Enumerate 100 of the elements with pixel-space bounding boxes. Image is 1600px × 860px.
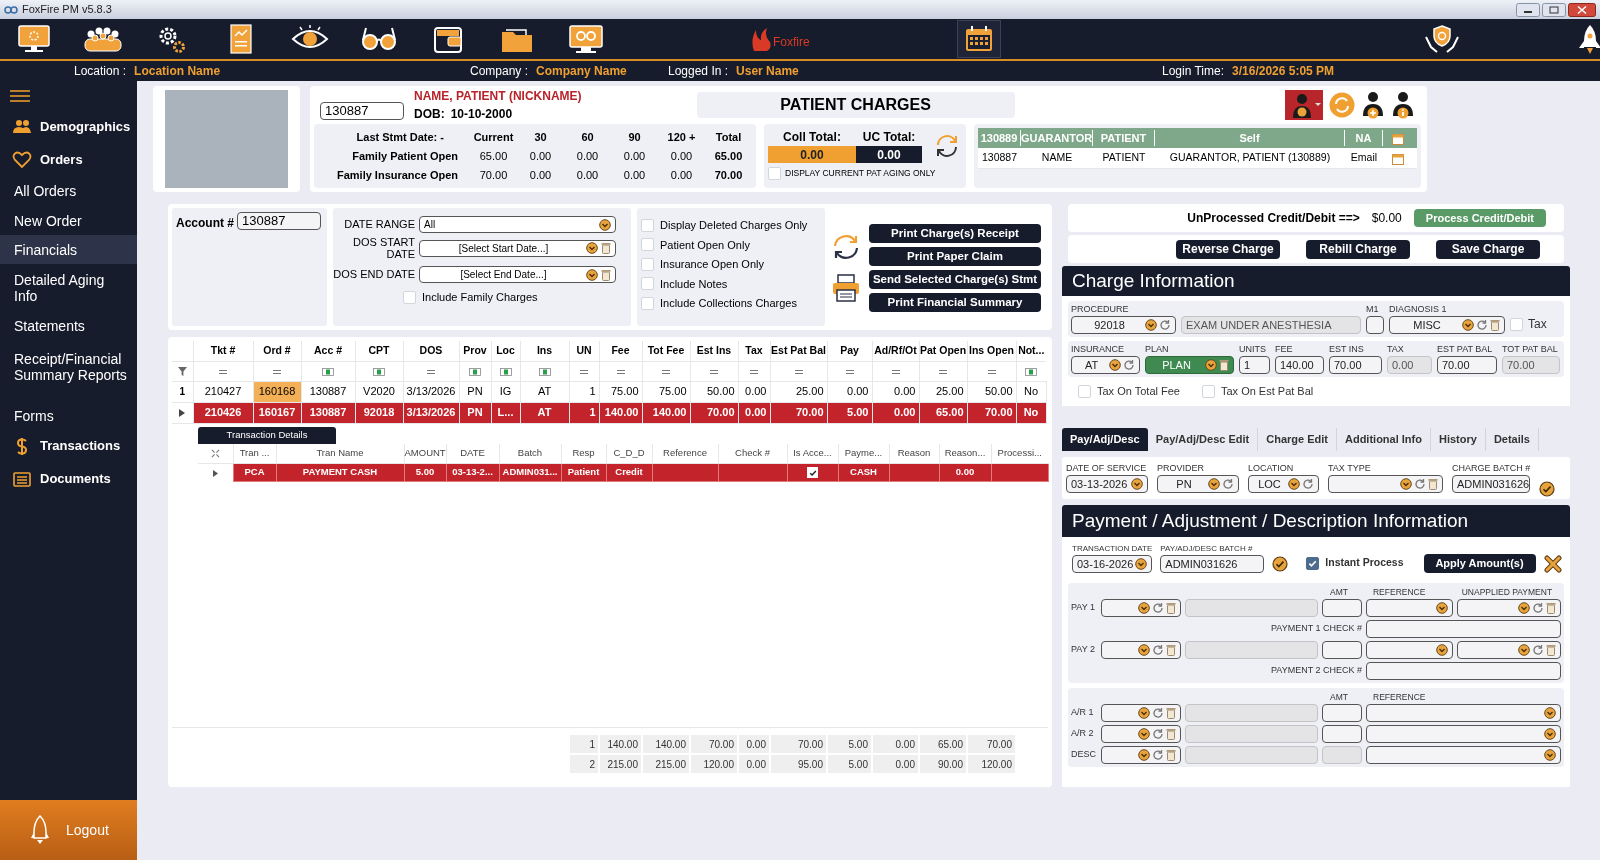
text-field[interactable] <box>1322 641 1362 659</box>
table-cell[interactable]: 25.00 <box>770 381 827 402</box>
sidebar-item[interactable]: Orders <box>0 143 137 176</box>
dropdown-field[interactable]: PN <box>1157 475 1239 493</box>
table-cell[interactable]: 0.00 <box>738 381 770 402</box>
column-header[interactable]: Ins <box>520 341 569 361</box>
equals-filter-icon[interactable] <box>426 368 436 375</box>
table-cell[interactable]: 75.00 <box>642 381 690 402</box>
equals-filter-icon[interactable] <box>615 368 626 375</box>
dropdown-icon[interactable] <box>1518 644 1530 656</box>
menu-icon[interactable] <box>10 89 30 102</box>
dropdown-field[interactable]: PLAN <box>1145 356 1234 374</box>
trash-icon[interactable] <box>1428 478 1438 490</box>
account-number-field[interactable]: 130887 <box>320 102 404 120</box>
dropdown-field[interactable] <box>1101 641 1181 659</box>
equals-filter-icon[interactable] <box>844 368 855 375</box>
trash-icon[interactable] <box>1166 707 1176 719</box>
check-circle-icon[interactable] <box>1539 481 1556 497</box>
text-filter-icon[interactable] <box>499 367 512 376</box>
dropdown-icon[interactable] <box>1138 644 1150 656</box>
text-field[interactable] <box>1366 620 1561 638</box>
equals-filter-icon[interactable] <box>579 368 589 375</box>
dropdown-field[interactable] <box>1457 641 1561 659</box>
undefined[interactable]: [Select Start Date...] <box>419 239 616 257</box>
sidebar-item[interactable]: All Orders <box>0 176 137 206</box>
dropdown-field[interactable] <box>1366 725 1561 743</box>
column-header[interactable]: UN <box>569 341 599 361</box>
dropdown-field[interactable] <box>1366 641 1453 659</box>
column-header[interactable]: Reason <box>889 443 939 464</box>
dropdown-icon[interactable] <box>1138 602 1150 614</box>
equals-filter-icon[interactable] <box>218 368 228 375</box>
column-header[interactable]: Processi... <box>991 443 1048 464</box>
column-header[interactable]: Fee <box>599 341 642 361</box>
text-field[interactable] <box>1366 662 1561 680</box>
sidebar-item[interactable]: Demographics <box>0 110 137 143</box>
dropdown-field[interactable]: 92018 <box>1071 316 1176 334</box>
table-cell[interactable]: 1 <box>569 381 599 402</box>
trash-icon[interactable] <box>1490 319 1500 331</box>
dropdown-icon[interactable] <box>1436 644 1448 656</box>
dropdown-icon[interactable] <box>1400 478 1412 490</box>
dropdown-icon[interactable] <box>1462 319 1474 331</box>
tab[interactable]: Pay/Adj/Desc <box>1062 428 1148 451</box>
close-icon[interactable] <box>1543 555 1562 573</box>
equals-filter-icon[interactable] <box>793 368 804 375</box>
sidebar-item[interactable]: Transactions <box>0 431 137 461</box>
table-cell[interactable]: IG <box>491 381 520 402</box>
column-header[interactable]: Est Pat Bal <box>770 341 827 361</box>
table-cell[interactable]: 210427 <box>193 381 253 402</box>
table-cell[interactable]: PN <box>459 381 491 402</box>
text-field[interactable]: 70.00 <box>1329 356 1382 374</box>
dropdown-icon[interactable] <box>1205 359 1217 371</box>
dropdown-field[interactable]: MISC <box>1389 316 1505 334</box>
sidebar-item[interactable]: Detailed Aging Info <box>0 264 137 312</box>
column-header[interactable]: Not... <box>1016 341 1046 361</box>
monitor-glasses-icon[interactable] <box>566 23 606 55</box>
trash-icon[interactable] <box>1166 728 1176 740</box>
check-circle-icon[interactable] <box>1272 556 1289 572</box>
equals-filter-icon[interactable] <box>709 368 719 375</box>
dropdown-field[interactable]: LOC <box>1248 475 1319 493</box>
table-cell[interactable]: 25.00 <box>919 381 967 402</box>
text-filter-icon[interactable] <box>469 367 481 376</box>
column-header[interactable]: C_D_D <box>606 443 652 464</box>
column-header[interactable]: Ins Open <box>967 341 1016 361</box>
column-header[interactable]: Payme... <box>838 443 889 464</box>
table-cell[interactable]: 50.00 <box>690 381 738 402</box>
dropdown-field[interactable]: AT <box>1071 356 1140 374</box>
dropdown-icon[interactable] <box>1145 319 1157 331</box>
dropdown-icon[interactable] <box>1138 749 1150 761</box>
text-field[interactable] <box>1322 725 1362 743</box>
print-button[interactable]: Print Financial Summary <box>869 293 1041 312</box>
sidebar-item[interactable]: Statements <box>0 312 137 340</box>
text-field[interactable] <box>1322 704 1362 722</box>
column-header[interactable]: DOS <box>403 341 459 361</box>
column-header[interactable]: Batch <box>499 443 561 464</box>
trash-icon[interactable] <box>1166 749 1176 761</box>
table-cell[interactable]: 210426 <box>193 402 253 423</box>
text-filter-icon[interactable] <box>1025 367 1038 376</box>
dropdown-icon[interactable] <box>1544 749 1556 761</box>
undefined[interactable]: All <box>419 216 616 233</box>
trash-icon[interactable] <box>1219 359 1229 371</box>
dropdown-icon[interactable] <box>1544 707 1556 719</box>
text-field[interactable] <box>1322 599 1362 617</box>
printer-icon[interactable] <box>831 274 861 302</box>
table-cell[interactable]: AT <box>520 381 569 402</box>
dropdown-icon[interactable] <box>586 268 598 281</box>
undefined[interactable]: [Select End Date...] <box>419 266 616 283</box>
column-header[interactable]: Tax <box>738 341 770 361</box>
filter-icon[interactable] <box>177 367 187 377</box>
equals-filter-icon[interactable] <box>661 368 671 375</box>
text-field[interactable] <box>1366 316 1384 334</box>
text-filter-icon[interactable] <box>373 367 385 376</box>
table-cell[interactable]: 130887 <box>301 381 355 402</box>
column-header[interactable]: Reason... <box>939 443 991 464</box>
charge-action-button[interactable]: Rebill Charge <box>1306 239 1410 259</box>
sidebar-item[interactable]: Forms <box>0 401 137 431</box>
trash-icon[interactable] <box>1546 644 1556 656</box>
dropdown-icon[interactable] <box>1208 478 1220 490</box>
checkbox[interactable] <box>807 467 818 479</box>
text-field[interactable]: 70.00 <box>1437 356 1497 374</box>
column-header[interactable]: Tran ... <box>233 443 276 464</box>
